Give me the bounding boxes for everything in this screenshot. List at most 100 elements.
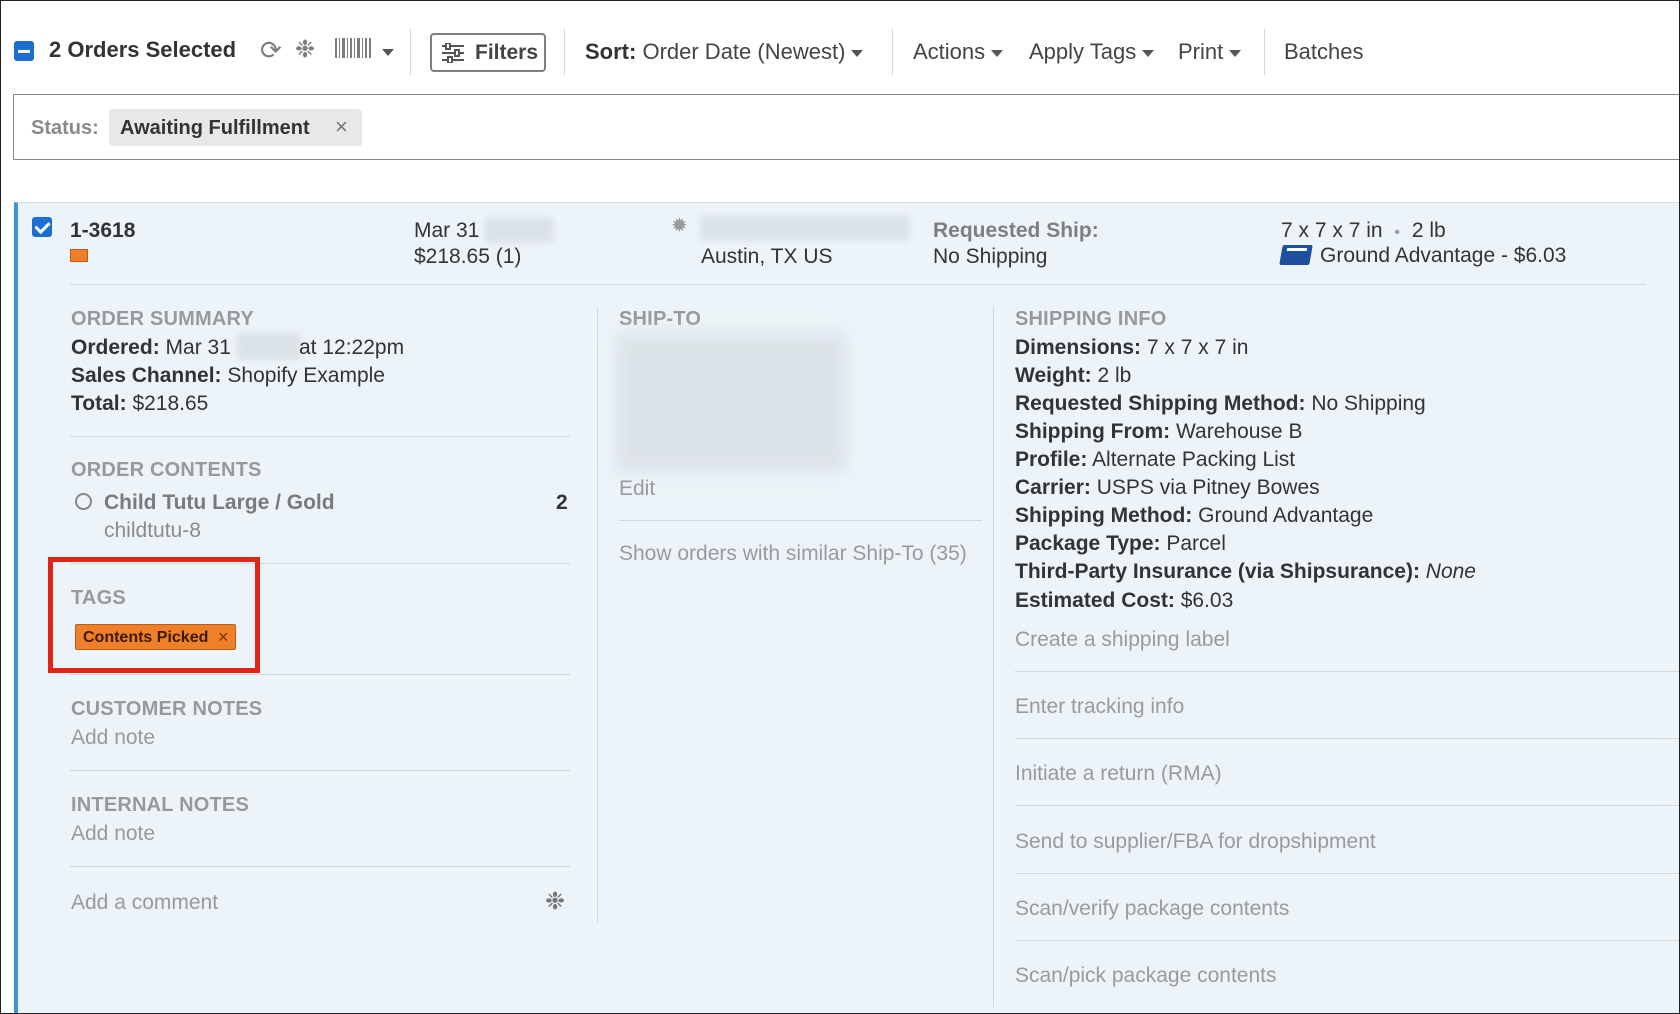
gear-icon[interactable]: ❉ (295, 37, 315, 63)
barcode-icon[interactable] (334, 37, 372, 63)
toolbar-divider (410, 29, 411, 75)
status-chip-value: Awaiting Fulfillment (120, 117, 310, 139)
weight-value: 2 lb (1411, 219, 1446, 242)
sales-channel-label: Sales Channel: (71, 364, 222, 387)
snowflake-icon[interactable]: ❉ (545, 887, 565, 916)
section-divider (70, 436, 570, 437)
redacted-year (484, 217, 554, 243)
redacted-year (237, 332, 301, 360)
order-number[interactable]: 1-3618 (70, 219, 135, 243)
sales-channel-row: Sales Channel: Shopify Example (71, 364, 385, 388)
initiate-return-link[interactable]: Initiate a return (RMA) (1015, 762, 1222, 786)
service-summary: Ground Advantage - $6.03 (1320, 244, 1567, 267)
scan-pick-link[interactable]: Scan/pick package contents (1015, 964, 1277, 988)
section-divider (1015, 738, 1679, 739)
refresh-icon[interactable]: ⟳ (260, 37, 282, 63)
section-divider (70, 770, 570, 771)
ordered-row: Ordered: Mar 31 (71, 336, 231, 360)
column-divider (597, 307, 598, 922)
chevron-down-icon (1142, 49, 1155, 57)
package-type-label: Package Type: (1015, 532, 1161, 555)
sort-dropdown[interactable]: Sort: Order Date (Newest) (585, 39, 864, 65)
scan-verify-link[interactable]: Scan/verify package contents (1015, 897, 1289, 921)
print-dropdown[interactable]: Print (1178, 39, 1242, 65)
dimensions-row: Dimensions: 7 x 7 x 7 in (1015, 336, 1248, 360)
shipping-from-label: Shipping From: (1015, 420, 1171, 443)
weight-label: Weight: (1015, 364, 1092, 387)
estimated-cost-row: Estimated Cost: $6.03 (1015, 589, 1233, 613)
carrier-label: Carrier: (1015, 476, 1091, 499)
item-sku: childtutu-8 (104, 519, 201, 542)
requested-method-label: Requested Shipping Method: (1015, 392, 1306, 415)
filters-label: Filters (475, 40, 539, 64)
section-divider (1015, 805, 1679, 806)
profile-label: Profile: (1015, 448, 1088, 471)
ship-to-heading: SHIP-TO (619, 308, 702, 330)
actions-label: Actions (913, 39, 986, 64)
weight-value: 2 lb (1097, 364, 1132, 387)
status-chip[interactable]: Awaiting Fulfillment × (109, 109, 362, 146)
select-all-checkbox[interactable] (14, 41, 34, 61)
section-divider (70, 866, 570, 867)
estimated-cost-label: Estimated Cost: (1015, 589, 1175, 612)
order-summary-heading: ORDER SUMMARY (71, 308, 254, 330)
ordered-label: Ordered: (71, 336, 160, 359)
sort-value: Order Date (Newest) (642, 39, 846, 64)
apply-tags-label: Apply Tags (1029, 39, 1137, 64)
toolbar-divider (892, 29, 893, 75)
add-customer-note-link[interactable]: Add note (71, 726, 155, 750)
sliders-icon (442, 42, 464, 63)
section-divider (1015, 671, 1679, 672)
dimensions-label: Dimensions: (1015, 336, 1142, 359)
profile-value: Alternate Packing List (1092, 448, 1296, 471)
enter-tracking-link[interactable]: Enter tracking info (1015, 695, 1184, 719)
column-divider (993, 307, 994, 1007)
batches-link[interactable]: Batches (1284, 39, 1364, 65)
add-comment-input[interactable]: Add a comment (71, 891, 218, 915)
chevron-down-icon[interactable] (382, 49, 394, 56)
gear-icon: ✹ (671, 215, 688, 237)
shipping-method-row: Shipping Method: Ground Advantage (1015, 504, 1373, 528)
order-checkbox[interactable] (32, 217, 52, 237)
item-name[interactable]: Child Tutu Large / Gold (104, 491, 335, 515)
close-icon[interactable]: × (335, 114, 348, 140)
requested-ship-label: Requested Ship: (933, 219, 1099, 242)
redacted-address (616, 333, 846, 473)
section-divider (1015, 940, 1679, 941)
toolbar-divider (564, 29, 565, 75)
similar-ship-to-link[interactable]: Show orders with similar Ship-To (35) (619, 542, 967, 566)
dropship-link[interactable]: Send to supplier/FBA for dropshipment (1015, 830, 1376, 854)
estimated-cost-value: $6.03 (1180, 589, 1234, 612)
actions-dropdown[interactable]: Actions (913, 39, 1004, 65)
chevron-down-icon (991, 49, 1004, 57)
bullet-separator: • (1394, 224, 1401, 241)
chevron-down-icon (851, 49, 864, 57)
requested-ship-value: No Shipping (933, 245, 1048, 268)
shipping-info-heading: SHIPPING INFO (1015, 308, 1167, 330)
section-divider (70, 674, 570, 675)
order-date: Mar 31 (414, 219, 480, 242)
sort-label: Sort: (585, 39, 637, 64)
requested-method-row: Requested Shipping Method: No Shipping (1015, 392, 1426, 416)
chevron-down-icon (1229, 49, 1242, 57)
package-type-row: Package Type: Parcel (1015, 532, 1226, 556)
toolbar: 2 Orders Selected ⟳ ❉ Filters Sort: Orde… (1, 1, 1679, 95)
edit-ship-to-link[interactable]: Edit (619, 477, 655, 501)
item-quantity: 2 (556, 491, 568, 514)
total-label: Total: (71, 392, 127, 415)
filters-button[interactable]: Filters (430, 33, 546, 72)
redacted-name (700, 215, 910, 241)
insurance-label: Third-Party Insurance (via Shipsurance): (1015, 560, 1420, 583)
insurance-row: Third-Party Insurance (via Shipsurance):… (1015, 560, 1476, 584)
carrier-row: Carrier: USPS via Pitney Bowes (1015, 476, 1320, 500)
add-internal-note-link[interactable]: Add note (71, 822, 155, 846)
create-label-link[interactable]: Create a shipping label (1015, 628, 1230, 652)
total-row: Total: $218.65 (71, 392, 208, 416)
highlight-annotation (48, 557, 260, 673)
total-value: $218.65 (132, 392, 209, 415)
apply-tags-dropdown[interactable]: Apply Tags (1029, 39, 1155, 65)
order-card: 1-3618 Mar 31 $218.65 (1) ✹ Austin, TX U… (14, 202, 1679, 1013)
requested-method-value: No Shipping (1311, 392, 1426, 415)
order-contents-heading: ORDER CONTENTS (71, 459, 262, 481)
item-radio[interactable] (75, 493, 92, 510)
